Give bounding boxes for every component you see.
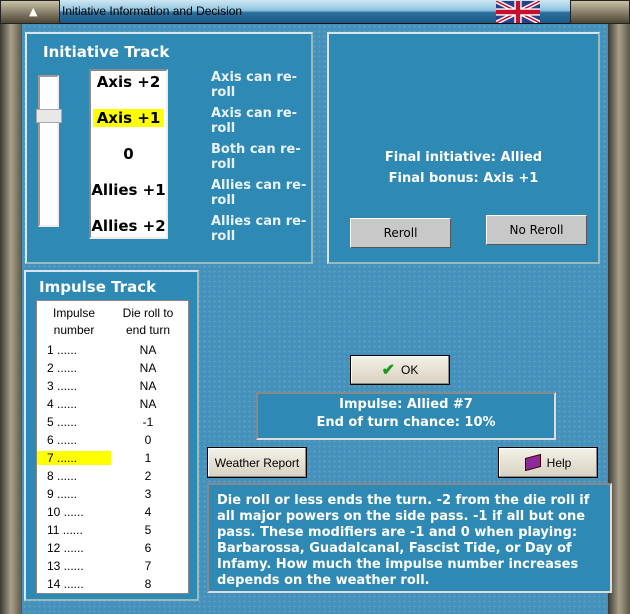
impulse-row: 10 ...... 4: [37, 503, 188, 521]
window-title: Initiative Information and Decision: [62, 4, 243, 18]
help-button[interactable]: Help: [498, 447, 598, 478]
impulse-row: 11 ...... 5: [37, 521, 188, 539]
level-desc: Axis can re-roll: [211, 106, 298, 136]
impulse-row: 1 ...... NA: [37, 341, 188, 359]
impulse-number: 14 ......: [47, 577, 84, 591]
die-roll-value: 7: [144, 559, 152, 573]
impulse-status: Impulse: Allied #7: [339, 397, 473, 412]
ok-button[interactable]: ✔ OK: [350, 355, 450, 385]
impulse-number: 7 ......: [37, 451, 111, 465]
die-roll-header: Die roll to end turn: [122, 306, 174, 337]
reroll-button[interactable]: Reroll: [350, 218, 451, 248]
initiative-result-panel: Final initiative: Allied Final bonus: Ax…: [327, 32, 600, 264]
checkmark-icon: ✔: [381, 362, 396, 379]
end-of-turn-chance: End of turn chance: 10%: [316, 415, 496, 430]
impulse-number: 1 ......: [47, 343, 78, 357]
level-desc: Axis can re-roll: [211, 70, 298, 100]
impulse-rows: 1 ...... NA 2 ...... NA 3 ...... NA 4 ...... NA…: [37, 341, 188, 593]
level-axis-plus-1-selected: Axis +1: [93, 109, 164, 127]
impulse-number: 13 ......: [47, 559, 84, 573]
die-roll-value: 1: [144, 451, 152, 465]
level-axis-plus-2: Axis +2: [96, 73, 161, 91]
impulse-number: 12 ......: [47, 541, 84, 555]
impulse-row: 3 ...... NA: [37, 377, 188, 395]
impulse-number: 5 ......: [47, 415, 78, 429]
die-roll-value: NA: [139, 379, 157, 393]
impulse-track-title: Impulse Track: [39, 278, 157, 296]
die-roll-value: -1: [142, 415, 154, 429]
impulse-number: 9 ......: [47, 487, 78, 501]
initiative-track-panel: Initiative Track - - - - - Axis +2 Axis …: [25, 32, 313, 264]
impulse-row: 13 ...... 7: [37, 557, 188, 575]
help-book-icon: [524, 453, 541, 472]
final-initiative: Final initiative: Allied: [384, 150, 543, 165]
impulse-number: 6 ......: [47, 433, 78, 447]
die-roll-value: NA: [139, 397, 157, 411]
impulse-row: 5 ...... -1: [37, 413, 188, 431]
arrow-up-icon: ▲: [29, 5, 38, 18]
level-desc: Allies can re-roll: [211, 214, 307, 244]
impulse-number: 3 ......: [47, 379, 78, 393]
die-roll-value: 8: [144, 577, 152, 591]
die-roll-value: 5: [144, 523, 152, 537]
level-desc: Both can re-roll: [211, 142, 301, 172]
impulse-track-panel: Impulse Track Impulse number Die roll to…: [24, 270, 199, 601]
impulse-row: 4 ...... NA: [37, 395, 188, 413]
die-roll-value: 0: [144, 433, 152, 447]
impulse-row: 7 ...... 1: [37, 449, 188, 467]
no-reroll-button[interactable]: No Reroll: [486, 215, 587, 245]
impulse-row: 8 ...... 2: [37, 467, 188, 485]
title-bar[interactable]: ▲ Initiative Information and Decision: [0, 0, 630, 24]
weather-report-button[interactable]: Weather Report: [207, 447, 307, 478]
level-zero: 0: [123, 145, 134, 163]
die-roll-value: NA: [139, 343, 157, 357]
initiative-slider[interactable]: [36, 75, 62, 227]
final-bonus: Final bonus: Axis +1: [388, 171, 539, 186]
union-jack-flag-icon: [496, 1, 540, 23]
impulse-status-box: Impulse: Allied #7 End of turn chance: 1…: [256, 392, 556, 440]
impulse-row: 2 ...... NA: [37, 359, 188, 377]
frame-left: [0, 24, 22, 614]
impulse-row: 6 ...... 0: [37, 431, 188, 449]
ok-label: OK: [401, 363, 419, 377]
impulse-number: 10 ......: [47, 505, 84, 519]
impulse-number-header: Impulse number: [52, 306, 96, 337]
level-desc: Allies can re-roll: [211, 178, 307, 208]
die-roll-value: 6: [144, 541, 152, 555]
die-roll-value: NA: [139, 361, 157, 375]
slider-thumb[interactable]: [36, 109, 62, 123]
die-roll-value: 2: [144, 469, 152, 483]
impulse-number: 4 ......: [47, 397, 78, 411]
initiative-track-title: Initiative Track: [43, 43, 170, 61]
menu-button[interactable]: ▲: [0, 0, 60, 24]
impulse-row: 12 ...... 6: [37, 539, 188, 557]
impulse-table: Impulse number Die roll to end turn 1 ..…: [36, 300, 189, 594]
impulse-row: 9 ...... 3: [37, 485, 188, 503]
level-allies-plus-1: Allies +1: [91, 181, 166, 199]
rules-description: Die roll or less ends the turn. -2 from …: [217, 493, 590, 588]
impulse-number: 2 ......: [47, 361, 78, 375]
die-roll-value: 4: [144, 505, 152, 519]
die-roll-value: 3: [144, 487, 152, 501]
level-allies-plus-2: Allies +2: [91, 217, 166, 235]
close-button[interactable]: [570, 0, 630, 24]
initiative-level-list: Axis +2 Axis +1 0 Allies +1 Allies +2: [89, 69, 168, 239]
rules-description-box: Die roll or less ends the turn. -2 from …: [207, 483, 612, 593]
impulse-row: 14 ...... 8: [37, 575, 188, 593]
impulse-number: 11 ......: [47, 523, 83, 537]
help-label: Help: [546, 455, 572, 470]
impulse-number: 8 ......: [47, 469, 78, 483]
